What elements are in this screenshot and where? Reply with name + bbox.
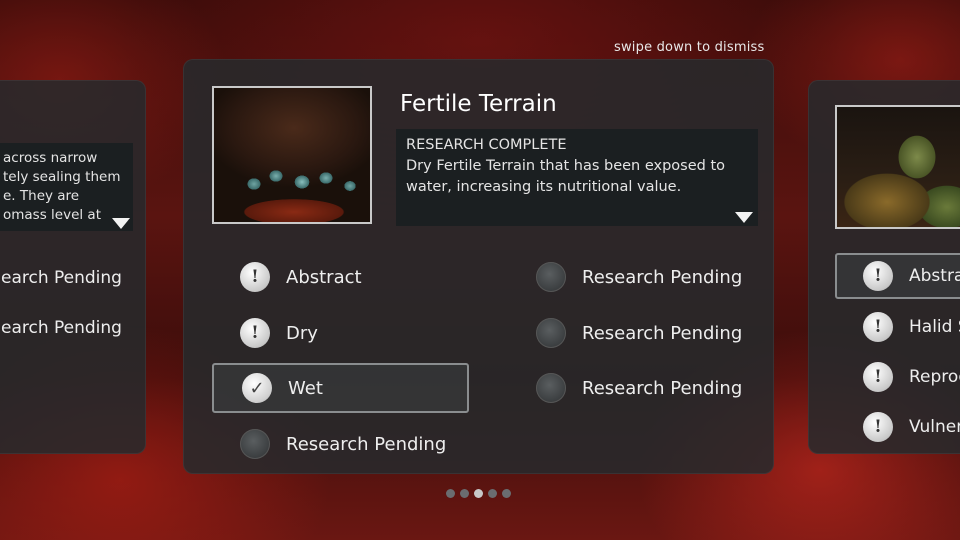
pending-icon bbox=[536, 262, 566, 292]
main-research-card[interactable]: Fertile Terrain RESEARCH COMPLETE Dry Fe… bbox=[183, 59, 774, 474]
item-label: Research Pending bbox=[582, 377, 743, 399]
left-research-card[interactable]: across narrow tely sealing them e. They … bbox=[0, 80, 146, 454]
page-dot[interactable] bbox=[446, 489, 455, 498]
dismiss-hint: swipe down to dismiss bbox=[614, 40, 765, 55]
right-item-abstract[interactable]: ! Abstrac bbox=[835, 253, 960, 299]
item-label: Halid S bbox=[909, 317, 960, 337]
page-indicator[interactable] bbox=[446, 489, 511, 498]
plant-thumbnail bbox=[835, 105, 960, 229]
item-label: earch Pending bbox=[1, 268, 122, 288]
item-label: Reprod bbox=[909, 367, 960, 387]
checkmark-icon: ✓ bbox=[242, 373, 272, 403]
pending-icon bbox=[536, 373, 566, 403]
exclamation-icon: ! bbox=[240, 262, 270, 292]
pending-icon bbox=[536, 318, 566, 348]
description-text: Dry Fertile Terrain that has been expose… bbox=[406, 158, 726, 195]
left-item-pending-2[interactable]: earch Pending bbox=[1, 303, 141, 353]
expand-arrow-icon[interactable] bbox=[112, 218, 130, 229]
item-label: Dry bbox=[286, 322, 318, 344]
item-research-pending-1[interactable]: Research Pending bbox=[508, 252, 758, 302]
page-dot[interactable] bbox=[460, 489, 469, 498]
desc-line: omass level at bbox=[3, 207, 102, 223]
fertile-terrain-thumbnail bbox=[212, 86, 372, 224]
exclamation-icon: ! bbox=[240, 318, 270, 348]
item-abstract[interactable]: ! Abstract bbox=[214, 252, 468, 302]
exclamation-icon: ! bbox=[863, 362, 893, 392]
desc-line: e. They are bbox=[3, 188, 80, 204]
item-label: Research Pending bbox=[286, 433, 447, 455]
exclamation-icon: ! bbox=[863, 412, 893, 442]
item-wet[interactable]: ✓ Wet bbox=[212, 363, 469, 413]
item-label: Abstract bbox=[286, 266, 362, 288]
item-label: Wet bbox=[288, 377, 323, 399]
left-item-pending-1[interactable]: earch Pending bbox=[1, 253, 141, 303]
page-dot[interactable] bbox=[474, 489, 483, 498]
card-title: Fertile Terrain bbox=[400, 91, 557, 117]
desc-line: tely sealing them bbox=[3, 169, 121, 185]
item-research-pending-2[interactable]: Research Pending bbox=[508, 308, 758, 358]
pending-icon bbox=[240, 429, 270, 459]
item-label: Abstrac bbox=[909, 266, 960, 286]
right-item-halid[interactable]: ! Halid S bbox=[835, 302, 960, 352]
item-label: earch Pending bbox=[1, 318, 122, 338]
exclamation-icon: ! bbox=[863, 261, 893, 291]
right-research-card[interactable]: ! Abstrac ! Halid S ! Reprod ! Vulnera bbox=[808, 80, 960, 454]
desc-line: across narrow bbox=[3, 150, 98, 166]
item-label: Research Pending bbox=[582, 322, 743, 344]
right-item-vulnera[interactable]: ! Vulnera bbox=[835, 402, 960, 452]
card-description: RESEARCH COMPLETE Dry Fertile Terrain th… bbox=[396, 129, 758, 226]
item-dry[interactable]: ! Dry bbox=[214, 308, 468, 358]
item-research-pending-left[interactable]: Research Pending bbox=[214, 419, 468, 469]
item-label: Vulnera bbox=[909, 417, 960, 437]
page-dot[interactable] bbox=[502, 489, 511, 498]
expand-arrow-icon[interactable] bbox=[735, 212, 753, 223]
exclamation-icon: ! bbox=[863, 312, 893, 342]
item-label: Research Pending bbox=[582, 266, 743, 288]
item-research-pending-3[interactable]: Research Pending bbox=[508, 363, 758, 413]
page-dot[interactable] bbox=[488, 489, 497, 498]
right-item-reprod[interactable]: ! Reprod bbox=[835, 352, 960, 402]
research-status: RESEARCH COMPLETE bbox=[406, 137, 567, 153]
